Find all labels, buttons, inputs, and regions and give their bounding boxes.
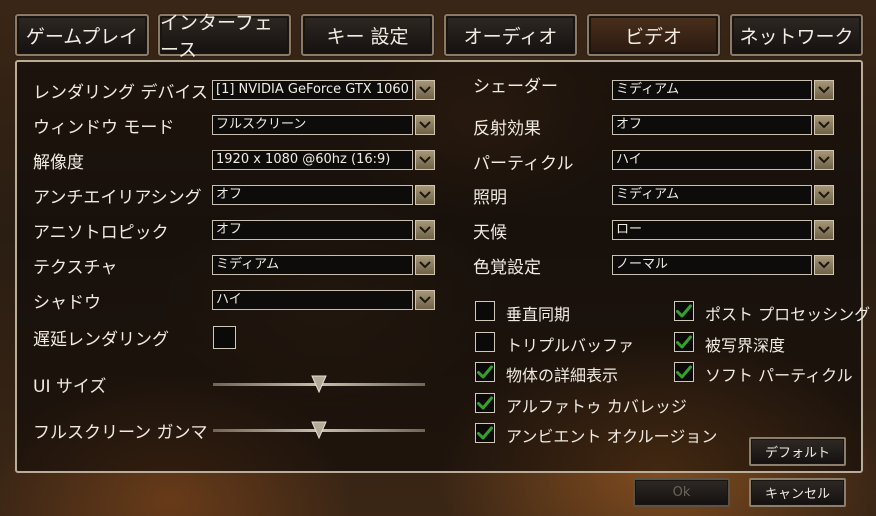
dropdown-value: オフ [212,185,413,205]
tab-label: ネットワーク [739,25,854,48]
alpha-to-coverage-checkbox[interactable] [475,393,495,413]
texture-dropdown[interactable]: ミディアム [212,255,435,275]
shadow-dropdown[interactable]: ハイ [212,290,435,310]
vsync-checkbox[interactable] [475,301,495,321]
dropdown-value: ハイ [612,150,812,170]
triple-buffer-label: トリプルバッファ [506,336,635,355]
weather-dropdown[interactable]: ロー [612,220,834,240]
slider-thumb[interactable] [311,374,327,394]
tab-bar: ゲームプレイ インターフェース キー 設定 オーディオ ビデオ ネットワーク [0,0,876,61]
depth-of-field-checkbox[interactable] [674,332,694,352]
deferred-rendering-label: 遅延レンダリング [33,330,169,350]
tab-keybindings[interactable]: キー 設定 [301,14,434,56]
shader-label: シェーダー [473,77,558,97]
chevron-down-icon[interactable] [814,115,834,135]
window-mode-label: ウィンドウ モード [33,118,175,138]
object-detail-checkbox[interactable] [475,362,495,382]
chevron-down-icon[interactable] [415,80,435,100]
reflection-dropdown[interactable]: オフ [612,115,834,135]
shader-dropdown[interactable]: ミディアム [612,80,834,100]
dropdown-value: ハイ [212,290,413,310]
slider-thumb[interactable] [311,420,327,440]
dropdown-value: ノーマル [612,255,812,275]
chevron-down-icon[interactable] [814,255,834,275]
reflection-label: 反射効果 [473,119,541,139]
chevron-down-icon[interactable] [814,220,834,240]
lighting-dropdown[interactable]: ミディアム [612,185,834,205]
weather-label: 天候 [473,223,507,243]
gamma-slider[interactable] [213,418,425,444]
gamma-label: フルスクリーン ガンマ [33,423,208,443]
tab-label: ゲームプレイ [25,25,139,48]
dropdown-value: ミディアム [212,255,413,275]
tab-label: オーディオ [463,25,558,48]
checkmark-icon [676,304,692,318]
chevron-down-icon[interactable] [415,185,435,205]
chevron-down-icon[interactable] [814,80,834,100]
checkmark-icon [676,335,692,349]
vsync-label: 垂直同期 [506,305,571,324]
deferred-rendering-checkbox[interactable] [213,326,236,349]
chevron-down-icon[interactable] [415,290,435,310]
dropdown-value: フルスクリーン [212,115,413,135]
dropdown-value: オフ [612,115,812,135]
particle-dropdown[interactable]: ハイ [612,150,834,170]
tab-video[interactable]: ビデオ [587,14,720,56]
tab-label: ビデオ [624,25,682,48]
object-detail-label: 物体の詳細表示 [506,366,619,385]
antialiasing-label: アンチエイリアシング [33,188,202,208]
chevron-down-icon[interactable] [814,185,834,205]
ambient-occlusion-checkbox[interactable] [475,423,495,443]
checkmark-icon [477,426,493,440]
ui-size-slider[interactable] [213,372,425,398]
chevron-down-icon[interactable] [814,150,834,170]
lighting-label: 照明 [473,188,507,208]
triple-buffer-checkbox[interactable] [475,332,495,352]
dropdown-value: ロー [612,220,812,240]
chevron-down-icon[interactable] [415,115,435,135]
dropdown-value: ミディアム [612,80,812,100]
tab-label: インターフェース [160,12,273,61]
color-vision-label: 色覚設定 [473,258,541,278]
dropdown-value: [1] NVIDIA GeForce GTX 1060 [212,80,413,100]
tab-gameplay[interactable]: ゲームプレイ [15,14,149,56]
anisotropic-label: アニソトロピック [33,223,169,243]
rendering-device-label: レンダリング デバイス [33,83,208,103]
texture-label: テクスチャ [33,258,118,278]
resolution-dropdown[interactable]: 1920 x 1080 @60hz (16:9) [212,150,435,170]
tab-audio[interactable]: オーディオ [444,14,577,56]
ok-button[interactable]: Ok [633,478,730,507]
tab-label: キー 設定 [326,25,409,48]
tab-network[interactable]: ネットワーク [730,14,863,56]
chevron-down-icon[interactable] [415,150,435,170]
alpha-to-coverage-label: アルファトゥ カバレッジ [506,397,687,416]
ambient-occlusion-label: アンビエント オクルージョン [506,427,718,446]
resolution-label: 解像度 [33,153,84,173]
post-processing-label: ポスト プロセッシング [705,305,871,324]
chevron-down-icon[interactable] [415,220,435,240]
post-processing-checkbox[interactable] [674,301,694,321]
depth-of-field-label: 被写界深度 [705,336,786,355]
color-vision-dropdown[interactable]: ノーマル [612,255,834,275]
particle-label: パーティクル [473,154,574,174]
antialiasing-dropdown[interactable]: オフ [212,185,435,205]
dropdown-value: オフ [212,220,413,240]
checkmark-icon [477,396,493,410]
chevron-down-icon[interactable] [415,255,435,275]
anisotropic-dropdown[interactable]: オフ [212,220,435,240]
dropdown-value: ミディアム [612,185,812,205]
ui-size-label: UI サイズ [33,377,107,397]
checkmark-icon [676,365,692,379]
default-button[interactable]: デフォルト [749,437,846,466]
checkmark-icon [477,365,493,379]
soft-particles-checkbox[interactable] [674,362,694,382]
dropdown-value: 1920 x 1080 @60hz (16:9) [212,150,413,170]
tab-interface[interactable]: インターフェース [158,12,291,61]
shadow-label: シャドウ [33,293,101,313]
soft-particles-label: ソフト パーティクル [705,366,853,385]
cancel-button[interactable]: キャンセル [749,478,846,507]
window-mode-dropdown[interactable]: フルスクリーン [212,115,435,135]
rendering-device-dropdown[interactable]: [1] NVIDIA GeForce GTX 1060 [212,80,435,100]
